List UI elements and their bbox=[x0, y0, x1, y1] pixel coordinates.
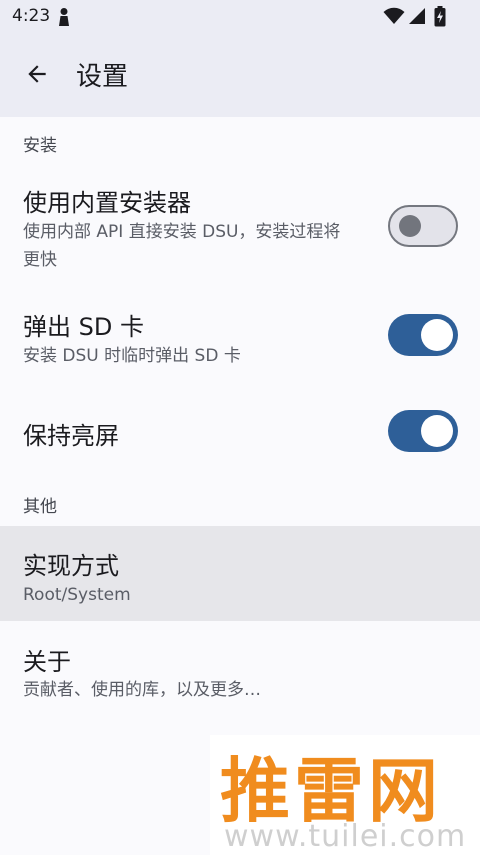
app-bar: 设置 bbox=[0, 33, 480, 117]
lock-person-icon bbox=[57, 7, 71, 31]
section-header-other: 其他 bbox=[23, 497, 57, 517]
pref-summary: Root/System bbox=[23, 585, 131, 605]
pref-title: 关于 bbox=[23, 648, 71, 676]
pref-summary: 贡献者、使用的库，以及更多… bbox=[23, 680, 261, 700]
pref-implementation[interactable]: 实现方式 Root/System bbox=[0, 526, 480, 621]
arrow-back-icon bbox=[24, 61, 50, 91]
back-button[interactable] bbox=[14, 53, 60, 99]
battery-charging-icon bbox=[434, 6, 446, 31]
pref-title: 实现方式 bbox=[23, 552, 119, 580]
pref-builtin-installer[interactable]: 使用内置安装器 使用内部 API 直接安装 DSU，安装过程将 更快 bbox=[0, 170, 480, 282]
pref-title: 弹出 SD 卡 bbox=[23, 313, 144, 341]
pref-title: 保持亮屏 bbox=[23, 422, 119, 450]
pref-eject-sd[interactable]: 弹出 SD 卡 安装 DSU 时临时弹出 SD 卡 bbox=[0, 292, 480, 382]
keep-screen-on-switch[interactable] bbox=[388, 410, 458, 452]
watermark-url: www.tuilei.com bbox=[224, 819, 467, 854]
pref-keep-screen-on[interactable]: 保持亮屏 bbox=[0, 392, 480, 472]
pref-summary-line: 更快 bbox=[23, 250, 57, 270]
pref-about[interactable]: 关于 贡献者、使用的库，以及更多… bbox=[0, 622, 480, 717]
pref-summary: 使用内部 API 直接安装 DSU，安装过程将 更快 bbox=[23, 218, 340, 274]
pref-summary: 安装 DSU 时临时弹出 SD 卡 bbox=[23, 346, 241, 366]
page-title: 设置 bbox=[76, 62, 129, 92]
builtin-installer-switch[interactable] bbox=[388, 205, 458, 247]
status-bar: 4:23 bbox=[0, 0, 480, 33]
pref-title: 使用内置安装器 bbox=[23, 189, 191, 217]
status-time: 4:23 bbox=[12, 6, 51, 26]
switch-thumb bbox=[421, 415, 453, 447]
switch-thumb bbox=[421, 319, 453, 351]
switch-thumb bbox=[399, 215, 421, 237]
wifi-icon bbox=[383, 7, 405, 29]
pref-summary-line: 使用内部 API 直接安装 DSU，安装过程将 bbox=[23, 222, 341, 242]
signal-icon bbox=[408, 7, 426, 29]
watermark: 推雷网 www.tuilei.com bbox=[210, 735, 480, 855]
section-header-install: 安装 bbox=[23, 136, 57, 156]
eject-sd-switch[interactable] bbox=[388, 314, 458, 356]
